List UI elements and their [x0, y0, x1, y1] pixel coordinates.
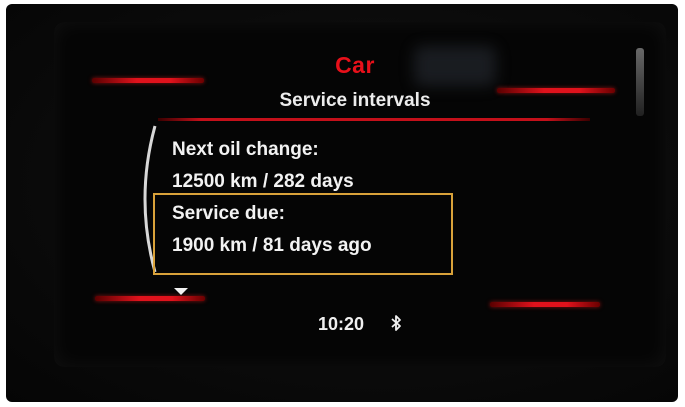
scroll-down-icon[interactable]	[174, 288, 188, 295]
edge-glare	[636, 48, 644, 116]
next-oil-change-value: 12500 km / 282 days	[172, 171, 354, 192]
red-frame-bottom-left	[95, 296, 205, 301]
next-oil-change-label: Next oil change:	[172, 139, 319, 160]
page-title: Service intervals	[279, 90, 431, 111]
service-due-value: 1900 km / 81 days ago	[172, 235, 372, 256]
red-frame-top-left	[92, 78, 204, 83]
bluetooth-icon	[391, 315, 401, 331]
red-frame-top-right	[497, 88, 615, 93]
clock: 10:20	[318, 314, 365, 334]
title-divider	[158, 118, 590, 121]
red-frame-bottom-right	[490, 302, 600, 307]
service-due-label: Service due:	[172, 203, 285, 224]
app-title: Car	[335, 52, 375, 78]
